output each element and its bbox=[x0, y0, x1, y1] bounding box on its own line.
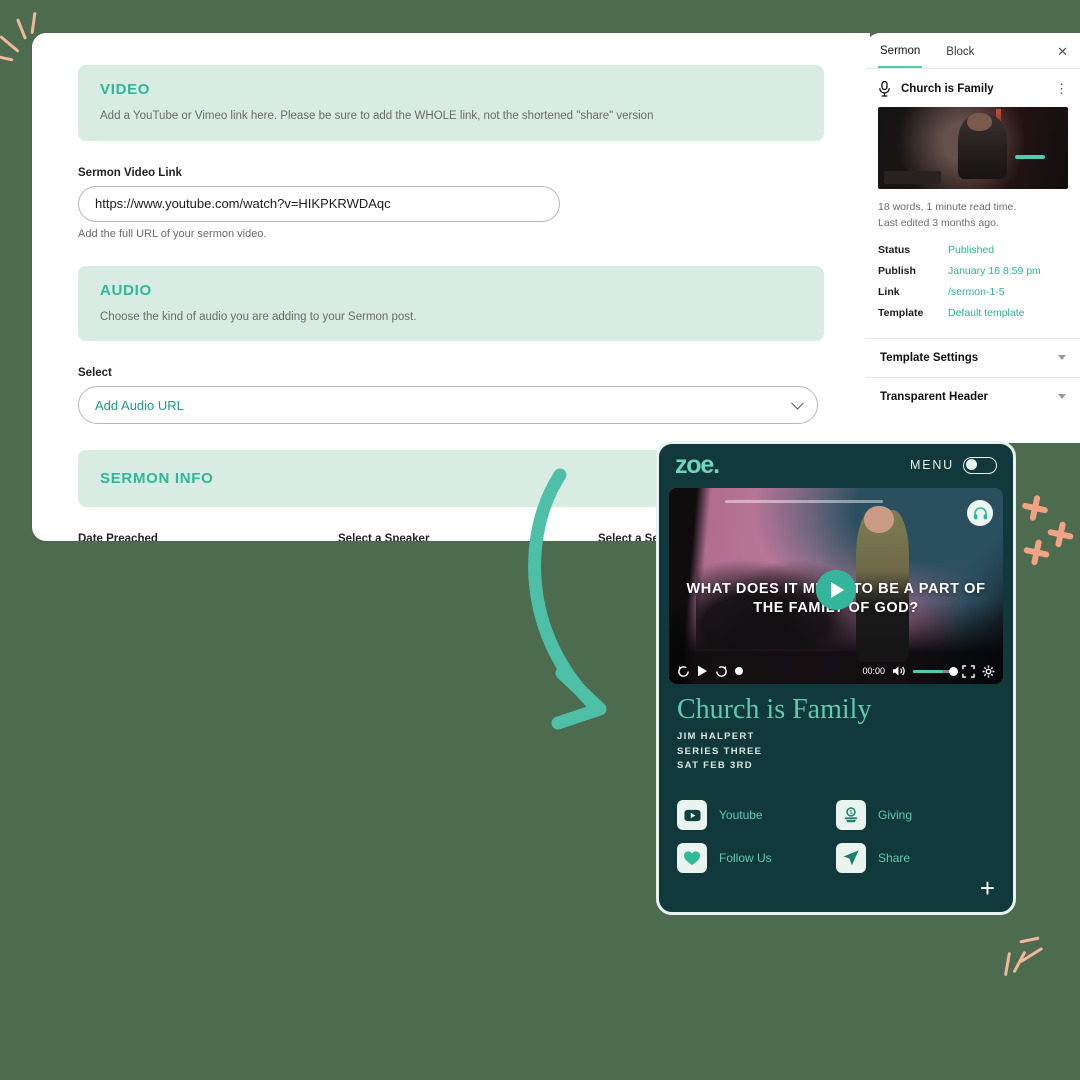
property-key-link: Link bbox=[878, 285, 900, 298]
chevron-down-icon bbox=[1058, 394, 1066, 400]
mobile-action-links: Youtube $ Giving Follow Us Share bbox=[677, 800, 995, 874]
audio-type-select[interactable]: Add Audio URL bbox=[78, 386, 818, 425]
cross-sparkle-decoration bbox=[1020, 495, 1080, 565]
audio-select-value: Add Audio URL bbox=[95, 397, 184, 413]
link-youtube[interactable]: Youtube bbox=[677, 800, 836, 831]
link-label-giving: Giving bbox=[878, 808, 913, 823]
sidebar-tabs: Sermon Block ✕ bbox=[866, 33, 1080, 69]
section-header-video: VIDEO Add a YouTube or Vimeo link here. … bbox=[78, 65, 824, 141]
label-date-preached: Date Preached bbox=[78, 533, 158, 541]
link-label-follow-us: Follow Us bbox=[719, 851, 772, 866]
label-sermon-video-link: Sermon Video Link bbox=[78, 166, 182, 179]
more-options-icon[interactable]: ⋮ bbox=[1055, 82, 1068, 95]
label-audio-select: Select bbox=[78, 367, 112, 380]
video-player[interactable]: WHAT DOES IT MEAN TO BE A PART OF THE FA… bbox=[669, 488, 1003, 684]
menu-toggle[interactable]: MENU bbox=[909, 456, 997, 474]
section-description-video: Add a YouTube or Vimeo link here. Please… bbox=[100, 110, 654, 122]
cross-icon bbox=[1020, 493, 1051, 524]
section-description-audio: Choose the kind of audio you are adding … bbox=[100, 310, 417, 323]
volume-icon[interactable] bbox=[892, 665, 906, 677]
field-date-preached: Date Preached bbox=[78, 533, 300, 541]
chevron-down-icon bbox=[1058, 355, 1066, 361]
link-follow-us[interactable]: Follow Us bbox=[677, 843, 836, 874]
property-key-template: Template bbox=[878, 306, 924, 319]
sermon-featured-image bbox=[878, 107, 1068, 189]
word-count-text: 18 words, 1 minute read time. bbox=[878, 201, 1017, 213]
rewind-icon[interactable] bbox=[677, 665, 690, 678]
property-key-publish: Publish bbox=[878, 264, 916, 277]
sidebar-property-rows: Status Published Publish January 16 8:59… bbox=[866, 242, 1080, 338]
mobile-sermon-details: Church is Family JIM HALPERT SERIES THRE… bbox=[659, 684, 1013, 874]
publish-date-value[interactable]: January 16 8:59 pm bbox=[948, 265, 1041, 277]
status-badge[interactable]: Published bbox=[948, 244, 994, 256]
sidebar-document-title-row: Church is Family ⋮ bbox=[866, 69, 1080, 107]
menu-switch-icon[interactable] bbox=[963, 456, 997, 474]
progress-bar[interactable] bbox=[725, 500, 883, 503]
heart-icon bbox=[677, 843, 707, 874]
close-icon[interactable]: ✕ bbox=[1057, 44, 1068, 68]
permalink-value[interactable]: /sermon-1-5 bbox=[948, 286, 1005, 298]
headphones-icon[interactable] bbox=[967, 500, 993, 526]
label-select-speaker: Select a Speaker bbox=[338, 533, 430, 541]
tab-block[interactable]: Block bbox=[944, 44, 976, 67]
link-giving[interactable]: $ Giving bbox=[836, 800, 995, 831]
svg-text:$: $ bbox=[850, 810, 853, 816]
tab-sermon[interactable]: Sermon bbox=[878, 43, 923, 68]
accordion-transparent-header[interactable]: Transparent Header bbox=[866, 376, 1080, 416]
editor-settings-sidebar: Sermon Block ✕ Church is Family ⋮ 18 wor… bbox=[866, 33, 1080, 443]
screenshot-stage: VIDEO Add a YouTube or Vimeo link here. … bbox=[0, 0, 1080, 1080]
play-button[interactable] bbox=[816, 569, 856, 610]
volume-slider[interactable] bbox=[913, 666, 958, 676]
help-sermon-video-link: Add the full URL of your sermon video. bbox=[78, 227, 267, 240]
cross-icon bbox=[1046, 519, 1072, 545]
sermon-video-link-input[interactable] bbox=[78, 185, 560, 222]
sidebar-document-title: Church is Family bbox=[901, 83, 994, 95]
link-label-youtube: Youtube bbox=[719, 808, 763, 823]
forward-icon[interactable] bbox=[715, 665, 728, 678]
mobile-meta-speaker: JIM HALPERT bbox=[677, 731, 755, 742]
accordion-label-transparent-header: Transparent Header bbox=[880, 390, 989, 403]
add-button[interactable]: + bbox=[980, 875, 995, 901]
section-title-audio: AUDIO bbox=[100, 281, 152, 299]
current-time: 00:00 bbox=[862, 666, 885, 676]
property-row-status: Status Published bbox=[878, 244, 1068, 256]
accordion-template-settings[interactable]: Template Settings bbox=[866, 337, 1080, 377]
settings-gear-icon[interactable] bbox=[982, 665, 995, 678]
mobile-meta-series: SERIES THREE bbox=[677, 745, 763, 757]
property-key-status: Status bbox=[878, 243, 911, 256]
fullscreen-icon[interactable] bbox=[962, 664, 975, 678]
sidebar-stats: 18 words, 1 minute read time. Last edite… bbox=[866, 199, 1080, 242]
link-share[interactable]: Share bbox=[836, 843, 995, 874]
progress-handle[interactable] bbox=[735, 667, 743, 675]
last-edited-text: Last edited 3 months ago. bbox=[878, 217, 999, 230]
zoe-logo: zoe. bbox=[675, 450, 720, 479]
mobile-meta-date: SAT FEB 3RD bbox=[677, 760, 753, 772]
property-row-publish: Publish January 16 8:59 pm bbox=[878, 265, 1068, 277]
template-value[interactable]: Default template bbox=[948, 307, 1024, 319]
field-select-speaker: Select a Speaker Jim Halpert × Add new S… bbox=[338, 533, 560, 541]
section-header-audio: AUDIO Choose the kind of audio you are a… bbox=[78, 265, 824, 342]
property-row-template: Template Default template bbox=[878, 307, 1068, 319]
microphone-icon bbox=[879, 81, 890, 97]
play-icon[interactable] bbox=[697, 665, 708, 677]
cross-icon bbox=[1022, 537, 1048, 563]
section-title-video: VIDEO bbox=[100, 81, 151, 98]
link-label-share: Share bbox=[878, 851, 911, 866]
menu-label: MENU bbox=[909, 458, 954, 472]
mobile-sermon-title: Church is Family bbox=[677, 694, 872, 725]
mobile-header: zoe. MENU bbox=[659, 444, 1013, 486]
accordion-label-template-settings: Template Settings bbox=[880, 351, 979, 364]
share-icon bbox=[836, 843, 866, 874]
mobile-preview-card: zoe. MENU WHAT DOES IT MEAN TO BE A PART… bbox=[656, 441, 1016, 915]
youtube-icon bbox=[677, 800, 707, 831]
sparkle-decoration-bottom-right bbox=[1003, 930, 1070, 980]
player-controls[interactable]: 00:00 bbox=[669, 658, 1003, 684]
giving-icon: $ bbox=[836, 800, 866, 831]
property-row-link: Link /sermon-1-5 bbox=[878, 286, 1068, 298]
